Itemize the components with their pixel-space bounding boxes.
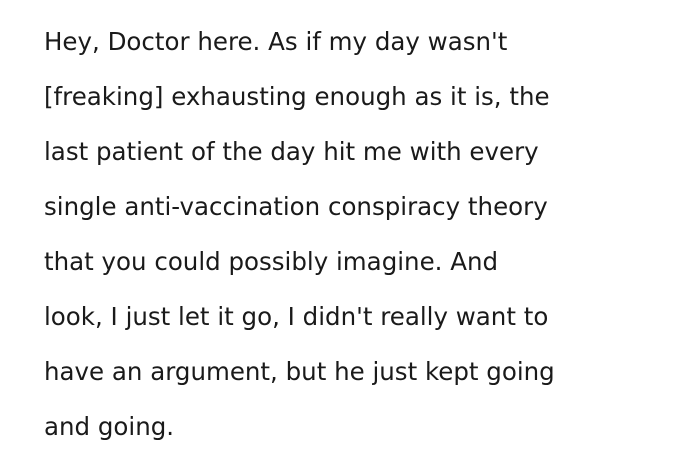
post-text-line: look, I just let it go, I didn't really …: [44, 302, 549, 331]
post-text: Hey, Doctor here. As if my day wasn't [f…: [44, 27, 684, 470]
post-text-line: [freaking] exhausting enough as it is, t…: [44, 82, 550, 111]
post-text-line: have an argument, but he just kept going: [44, 357, 555, 386]
post-text-line: that you could possibly imagine. And: [44, 247, 499, 276]
post-text-line: and going.: [44, 412, 175, 441]
post-text-line: last patient of the day hit me with ever…: [44, 137, 539, 166]
post-text-line: Hey, Doctor here. As if my day wasn't: [44, 27, 508, 56]
post-text-line: single anti-vaccination conspiracy theor…: [44, 192, 548, 221]
